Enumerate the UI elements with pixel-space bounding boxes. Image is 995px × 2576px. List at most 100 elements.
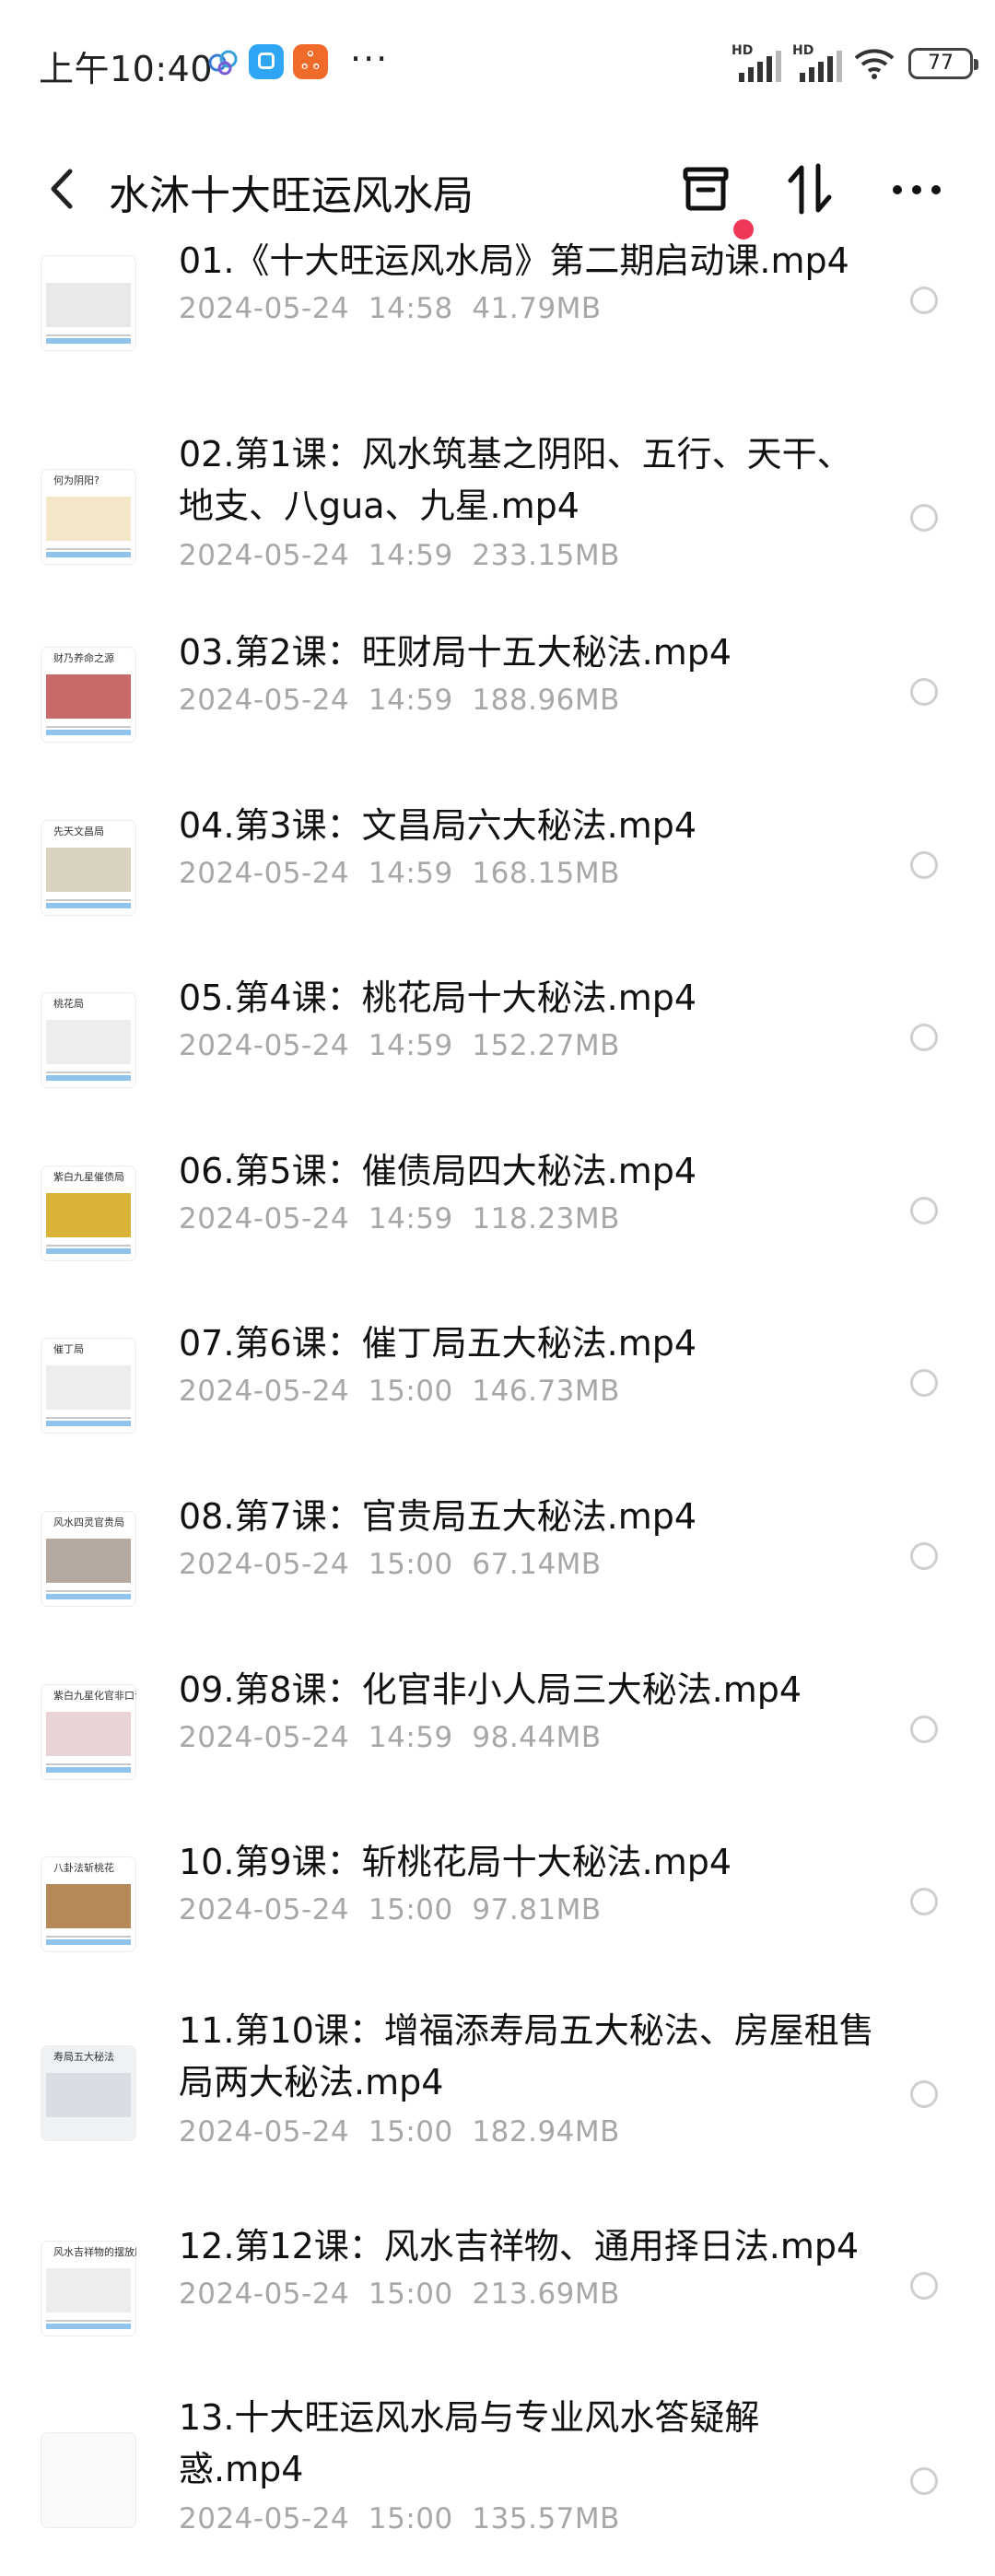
file-date: 2024-05-24 <box>179 2277 350 2311</box>
select-radio[interactable] <box>910 1197 938 1224</box>
file-row[interactable]: 紫白九星催债局 06.第5课：催债局四大秘法.mp4 2024-05-24 14:5… <box>0 1145 995 1283</box>
file-name: 13.十大旺运风水局与专业风水答疑解惑.mp4 <box>179 2397 760 2489</box>
file-size: 135.57MB <box>452 2502 620 2535</box>
select-radio[interactable] <box>910 1888 938 1915</box>
file-date: 2024-05-24 <box>179 1202 350 1235</box>
cloud-notification-icon <box>205 44 241 79</box>
file-row[interactable]: 13.十大旺运风水局与专业风水答疑解惑.mp4 2024-05-24 15:00 … <box>0 2392 995 2576</box>
file-time: 15:00 <box>349 2115 453 2149</box>
file-size: 146.73MB <box>452 1375 620 1408</box>
select-radio[interactable] <box>910 1715 938 1743</box>
file-time: 15:00 <box>349 2502 453 2535</box>
file-meta: 2024-05-24 14:59 168.15MB <box>179 857 620 890</box>
file-name: 10.第9课：斩桃花局十大秘法.mp4 <box>179 1842 732 1882</box>
select-radio[interactable] <box>910 678 938 706</box>
app-notification-icon <box>249 44 284 79</box>
thumbnail-title: 何为阴阳? <box>53 474 100 486</box>
file-size: 182.94MB <box>452 2115 620 2149</box>
status-time: 上午10:40 <box>39 49 214 89</box>
select-radio[interactable] <box>910 287 938 314</box>
file-row[interactable]: 催丁局 07.第6课：催丁局五大秘法.mp4 2024-05-24 15:00 14… <box>0 1317 995 1456</box>
select-radio[interactable] <box>910 2467 938 2495</box>
file-date: 2024-05-24 <box>179 2502 350 2535</box>
file-meta: 2024-05-24 15:00 135.57MB <box>179 2502 620 2535</box>
file-name: 12.第12课：风水吉祥物、通用择日法.mp4 <box>179 2226 860 2266</box>
file-row[interactable]: 何为阴阳? 02.第1课：风水筑基之阴阳、五行、天干、地支、八gua、九星.mp4… <box>0 428 995 613</box>
file-meta: 2024-05-24 14:59 98.44MB <box>179 1721 602 1754</box>
video-thumbnail: 风水吉祥物的摆放原则 <box>41 2241 136 2336</box>
file-row[interactable]: 先天文昌局 04.第3课：文昌局六大秘法.mp4 2024-05-24 14:59 … <box>0 800 995 938</box>
select-radio[interactable] <box>910 504 938 532</box>
app-notification-icon-2: ஃ <box>293 44 328 79</box>
video-thumbnail: 先天文昌局 <box>41 820 136 916</box>
battery-icon: 77 <box>908 48 978 79</box>
file-row[interactable]: 01.《十大旺运风水局》第二期启动课.mp4 2024-05-24 14:58 4… <box>0 235 995 373</box>
video-thumbnail: 寿局五大秘法 <box>41 2045 136 2141</box>
more-options-icon[interactable] <box>884 157 949 221</box>
thumbnail-title: 催丁局 <box>53 1343 84 1355</box>
file-meta: 2024-05-24 14:59 152.27MB <box>179 1029 620 1062</box>
file-row[interactable]: 寿局五大秘法 11.第10课：增福添寿局五大秘法、房屋租售局两大秘法.mp4 202… <box>0 2005 995 2189</box>
file-meta: 2024-05-24 15:00 182.94MB <box>179 2115 620 2149</box>
file-time: 14:59 <box>349 1202 453 1235</box>
more-notifications-icon: ··· <box>350 39 390 79</box>
archive-icon[interactable] <box>673 157 737 221</box>
back-arrow-icon[interactable] <box>44 166 81 212</box>
file-row[interactable]: 桃花局 05.第4课：桃花局十大秘法.mp4 2024-05-24 14:59 15… <box>0 972 995 1110</box>
file-time: 14:59 <box>349 684 453 717</box>
thumbnail-title: 桃花局 <box>53 998 84 1010</box>
file-date: 2024-05-24 <box>179 1721 350 1754</box>
file-meta: 2024-05-24 14:59 118.23MB <box>179 1202 620 1235</box>
thumbnail-title: 风水四灵官贵局 <box>53 1516 124 1528</box>
file-meta: 2024-05-24 15:00 67.14MB <box>179 1548 602 1581</box>
select-radio[interactable] <box>910 2272 938 2300</box>
wifi-icon <box>854 49 895 79</box>
file-time: 14:59 <box>349 857 453 890</box>
video-thumbnail: 催丁局 <box>41 1338 136 1434</box>
file-name: 05.第4课：桃花局十大秘法.mp4 <box>179 978 697 1018</box>
file-size: 67.14MB <box>452 1548 602 1581</box>
select-radio[interactable] <box>910 1024 938 1051</box>
file-name: 01.《十大旺运风水局》第二期启动课.mp4 <box>179 240 849 281</box>
file-time: 15:00 <box>349 2277 453 2311</box>
file-date: 2024-05-24 <box>179 292 350 325</box>
select-radio[interactable] <box>910 1369 938 1397</box>
video-thumbnail <box>41 255 136 351</box>
file-name: 02.第1课：风水筑基之阴阳、五行、天干、地支、八gua、九星.mp4 <box>179 434 852 526</box>
file-row[interactable]: 财乃养命之源 03.第2课：旺财局十五大秘法.mp4 2024-05-24 14:5… <box>0 626 995 765</box>
file-time: 14:59 <box>349 1029 453 1062</box>
file-time: 15:00 <box>349 1893 453 1926</box>
file-size: 213.69MB <box>452 2277 620 2311</box>
file-row[interactable]: 紫白九星化官非口舌局 09.第8课：化官非小人局三大秘法.mp4 2024-05-2… <box>0 1664 995 1802</box>
file-row[interactable]: 风水四灵官贵局 08.第7课：官贵局五大秘法.mp4 2024-05-24 15:0… <box>0 1491 995 1629</box>
signal-icon: HD <box>732 43 781 82</box>
file-name: 11.第10课：增福添寿局五大秘法、房屋租售局两大秘法.mp4 <box>179 2010 874 2102</box>
select-radio[interactable] <box>910 1542 938 1570</box>
select-radio[interactable] <box>910 2080 938 2108</box>
file-size: 97.81MB <box>452 1893 602 1926</box>
file-date: 2024-05-24 <box>179 1029 350 1062</box>
file-row[interactable]: 风水吉祥物的摆放原则 12.第12课：风水吉祥物、通用择日法.mp4 2024-05… <box>0 2220 995 2359</box>
file-date: 2024-05-24 <box>179 2115 350 2149</box>
file-date: 2024-05-24 <box>179 539 350 572</box>
file-size: 98.44MB <box>452 1721 602 1754</box>
thumbnail-title: 风水吉祥物的摆放原则 <box>53 2246 136 2258</box>
status-bar: 上午10:40 ஃ ··· HD HD 77 <box>0 0 995 120</box>
file-name: 08.第7课：官贵局五大秘法.mp4 <box>179 1496 697 1537</box>
file-size: 41.79MB <box>452 292 602 325</box>
file-row[interactable]: 八卦法斩桃花 10.第9课：斩桃花局十大秘法.mp4 2024-05-24 15:0… <box>0 1836 995 1974</box>
video-thumbnail: 何为阴阳? <box>41 469 136 565</box>
thumbnail-title: 紫白九星化官非口舌局 <box>53 1690 136 1702</box>
video-thumbnail: 桃花局 <box>41 992 136 1088</box>
video-thumbnail <box>41 2432 136 2528</box>
file-size: 233.15MB <box>452 539 620 572</box>
sort-icon[interactable] <box>778 157 842 221</box>
thumbnail-title: 紫白九星催债局 <box>53 1171 124 1183</box>
file-meta: 2024-05-24 15:00 213.69MB <box>179 2277 620 2311</box>
file-name: 09.第8课：化官非小人局三大秘法.mp4 <box>179 1669 802 1710</box>
thumbnail-title: 财乃养命之源 <box>53 652 114 664</box>
file-name: 06.第5课：催债局四大秘法.mp4 <box>179 1151 697 1191</box>
select-radio[interactable] <box>910 851 938 879</box>
file-size: 152.27MB <box>452 1029 620 1062</box>
file-size: 168.15MB <box>452 857 620 890</box>
